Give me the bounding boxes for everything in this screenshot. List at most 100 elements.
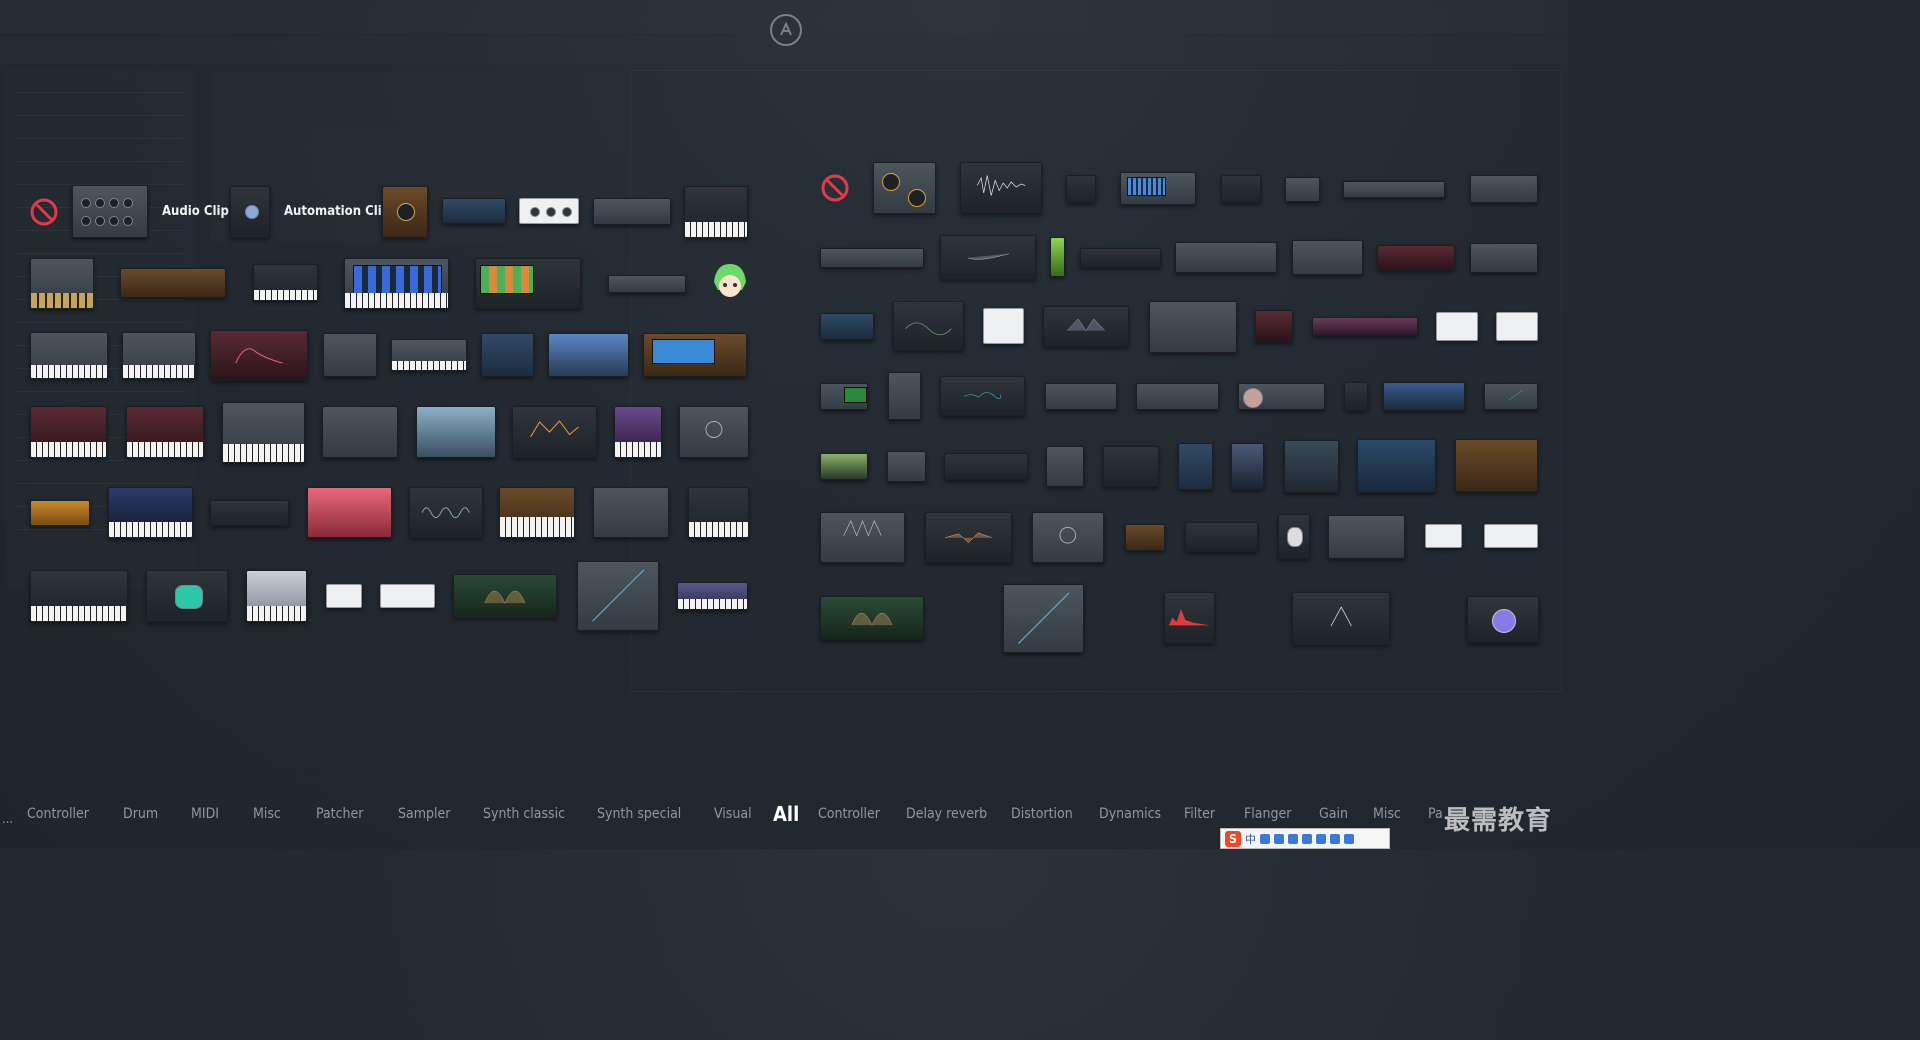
fx-fruity-flanger[interactable] — [893, 301, 964, 351]
fx-fruity-convolver[interactable] — [1080, 248, 1161, 268]
fx-fruity-stereo-shaper[interactable] — [944, 453, 1028, 480]
fx-formula-controller[interactable] — [820, 596, 924, 640]
ime-emoji-icon[interactable] — [1274, 833, 1284, 844]
fx-fruity-squeeze[interactable] — [820, 453, 868, 480]
fx-patcher[interactable] — [1032, 512, 1104, 563]
plugin-soundfont-player[interactable] — [409, 487, 483, 538]
ime-skin-icon[interactable] — [1330, 833, 1340, 844]
fx-formula-fx[interactable] — [1484, 524, 1538, 548]
fx-fruity-phaser[interactable] — [1045, 383, 1117, 410]
gen-category-controller[interactable]: Controller — [27, 806, 89, 822]
gen-category-drum[interactable]: Drum — [123, 806, 158, 822]
plugin-fruity-granulizer[interactable] — [122, 332, 196, 379]
fx-category-partial[interactable]: Pa — [1428, 806, 1443, 822]
fx-fruity-blood-overdrive[interactable] — [820, 248, 924, 268]
category-all-selected[interactable]: All — [773, 802, 799, 826]
ime-menu-icon[interactable] — [1344, 833, 1354, 844]
ime-toolbar[interactable]: S 中 — [1220, 828, 1390, 849]
plugin-drumaxx[interactable] — [30, 258, 94, 309]
plugin-transistor-bass[interactable] — [688, 487, 749, 538]
fx-fruity-compressor[interactable] — [1050, 237, 1065, 277]
fx-fruity-pancake[interactable] — [820, 383, 868, 410]
plugin-buzz[interactable] — [442, 198, 506, 224]
fx-category-misc[interactable]: Misc — [1373, 806, 1401, 822]
fx-hardcore[interactable] — [1231, 443, 1264, 490]
character-mascot-icon[interactable] — [710, 260, 750, 302]
fx-fruity-vocoder[interactable] — [1046, 446, 1084, 487]
plugin-fpc[interactable] — [475, 258, 581, 309]
fx-soundgoodizer[interactable] — [1125, 524, 1165, 551]
fx-fruity-delay[interactable] — [1285, 177, 1320, 202]
fx-control-surface[interactable] — [873, 162, 936, 214]
plugin-directwave[interactable] — [684, 186, 748, 238]
fx-fruity-reeverb[interactable] — [1136, 383, 1219, 410]
plugin-layer[interactable] — [326, 584, 362, 608]
fx-multiband-delay[interactable] — [1357, 439, 1436, 493]
fx-balance[interactable] — [1066, 175, 1096, 203]
fx-parametric-eq-2[interactable] — [820, 512, 905, 563]
no-effect-icon[interactable] — [820, 173, 850, 203]
plugin-fruity-slicer[interactable] — [481, 333, 534, 377]
plugin-fpc-grid[interactable] — [344, 258, 449, 309]
plugin-ogun[interactable] — [512, 406, 597, 458]
plugin-toxic-biohazard[interactable] — [593, 487, 669, 538]
fx-fruity-multiband-compressor[interactable] — [1312, 317, 1418, 336]
plugin-fl-studio-mobile[interactable] — [548, 333, 629, 377]
fx-category-dynamics[interactable]: Dynamics — [1099, 806, 1161, 822]
fx-fruity-notebook-2[interactable] — [1496, 312, 1538, 341]
fx-zgameeditor-visualizer[interactable] — [1467, 596, 1539, 643]
ime-logo-icon[interactable]: S — [1225, 830, 1241, 847]
no-plugin-icon[interactable] — [29, 197, 59, 227]
plugin-chrome[interactable] — [519, 198, 579, 224]
fx-layer-fx[interactable] — [1425, 524, 1462, 548]
plugin-slayer[interactable] — [307, 487, 392, 538]
plugin-wasp[interactable] — [30, 570, 128, 622]
plugin-harmor[interactable] — [126, 406, 204, 458]
plugin-vst-wrapper[interactable] — [246, 570, 307, 622]
fx-fruity-parametric-eq[interactable] — [940, 376, 1025, 416]
fx-fruity-stereo-enhancer[interactable] — [887, 451, 926, 482]
gen-category-synth-special[interactable]: Synth special — [597, 806, 681, 822]
plugin-sakura[interactable] — [30, 500, 90, 526]
fx-fruity-scratcher[interactable] — [1238, 383, 1325, 410]
fx-fruity-filter[interactable] — [820, 313, 874, 340]
fx-tuner[interactable] — [1185, 522, 1258, 552]
plugin-minisynth[interactable] — [322, 406, 398, 458]
plugin-fl-keys[interactable] — [253, 264, 318, 301]
ime-punctuation-icon[interactable] — [1260, 833, 1270, 844]
fx-fruity-delay-bank[interactable] — [1377, 245, 1455, 271]
gen-category-visual[interactable]: Visual — [714, 806, 752, 822]
fx-wave-candy[interactable] — [1164, 592, 1215, 644]
plugin-fruity-kick[interactable] — [323, 333, 377, 377]
plugin-sytrus[interactable] — [499, 487, 575, 538]
fx-fruity-waveshaper[interactable] — [1103, 446, 1159, 487]
gen-category-misc[interactable]: Misc — [253, 806, 281, 822]
fx-fruity-limiter[interactable] — [1149, 301, 1237, 353]
fx-fruity-free-filter[interactable] — [983, 308, 1024, 344]
fx-fruity-delay-2[interactable] — [1175, 242, 1277, 273]
fx-pitcher[interactable] — [925, 512, 1012, 563]
plugin-fruity-dx10[interactable] — [30, 332, 108, 379]
fx-category-flanger[interactable]: Flanger — [1244, 806, 1291, 822]
fx-edison[interactable] — [960, 162, 1042, 214]
plugin-fruit-kick[interactable] — [608, 275, 686, 293]
plugin-plucked[interactable] — [614, 406, 662, 458]
fx-fruity-spectroman-2[interactable] — [1484, 383, 1538, 410]
fx-vintage-chorus[interactable] — [1278, 514, 1310, 559]
ime-mic-icon[interactable] — [1288, 833, 1298, 844]
plugin-simsynth[interactable] — [210, 500, 289, 526]
plugin-sawer[interactable] — [108, 487, 193, 538]
fx-vintage-phaser[interactable] — [1328, 515, 1405, 559]
plugin-wave-traveller[interactable] — [146, 570, 228, 622]
plugin-morphine[interactable] — [416, 406, 496, 458]
plugin-automation-clip[interactable] — [230, 186, 270, 238]
fx-fruity-fast-dist[interactable] — [1470, 243, 1538, 273]
fx-category-delay-reverb[interactable]: Delay reverb — [906, 806, 987, 822]
automation-clip-label[interactable]: Automation Clip — [284, 204, 390, 219]
ime-user-icon[interactable] — [1316, 833, 1326, 844]
fx-fruity-html-notebook[interactable] — [1043, 306, 1129, 347]
plugin-fruity-envelope[interactable] — [210, 330, 308, 381]
fx-fruity-delay-3[interactable] — [1292, 240, 1363, 275]
plugin-boobass[interactable] — [382, 186, 428, 238]
fx-category-distortion[interactable]: Distortion — [1011, 806, 1073, 822]
